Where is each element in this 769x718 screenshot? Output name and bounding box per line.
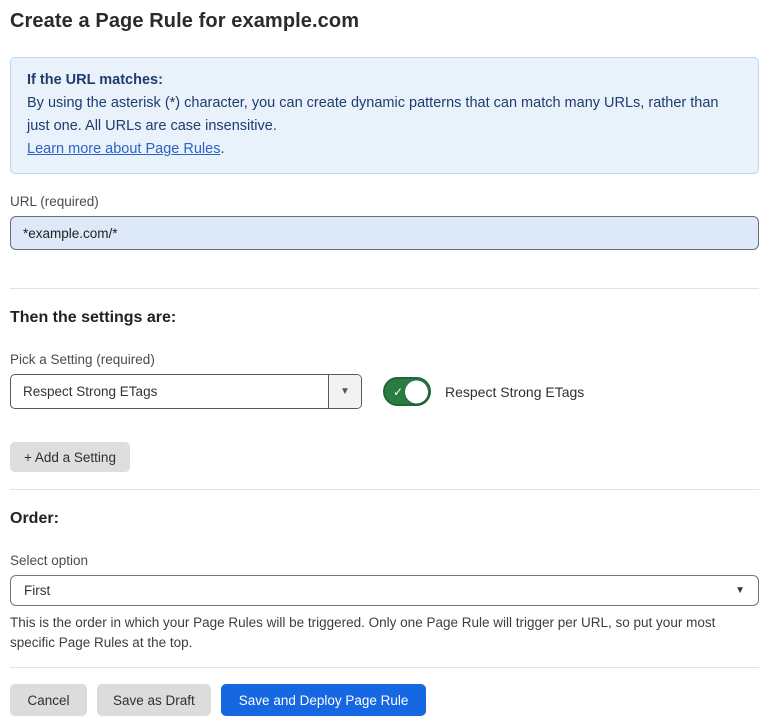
add-setting-button[interactable]: + Add a Setting [10, 442, 130, 472]
divider [10, 489, 759, 490]
info-box-heading: If the URL matches: [27, 69, 742, 92]
check-icon: ✓ [393, 385, 403, 397]
order-section-heading: Order: [10, 510, 759, 528]
setting-toggle-group: ✓ Respect Strong ETags [383, 377, 584, 406]
order-select[interactable]: First ▼ [10, 575, 759, 606]
setting-select-arrow-button[interactable]: ▼ [328, 375, 361, 408]
setting-select-value: Respect Strong ETags [11, 375, 328, 408]
chevron-down-icon: ▼ [735, 585, 745, 596]
setting-toggle[interactable]: ✓ [383, 377, 431, 406]
toggle-knob [405, 380, 428, 403]
order-help-text: This is the order in which your Page Rul… [10, 613, 759, 653]
cancel-button[interactable]: Cancel [10, 684, 87, 716]
setting-row: Respect Strong ETags ▼ ✓ Respect Strong … [10, 374, 759, 409]
page-title: Create a Page Rule for example.com [10, 10, 759, 33]
learn-more-link[interactable]: Learn more about Page Rules [27, 141, 220, 157]
save-as-draft-button[interactable]: Save as Draft [97, 684, 211, 716]
info-box-body: By using the asterisk (*) character, you… [27, 92, 742, 138]
divider [10, 288, 759, 289]
url-match-info-box: If the URL matches: By using the asteris… [10, 57, 759, 174]
save-and-deploy-button[interactable]: Save and Deploy Page Rule [221, 684, 427, 716]
url-input[interactable] [10, 216, 759, 250]
link-suffix: . [220, 141, 224, 157]
url-field-label: URL (required) [10, 194, 759, 209]
page-rule-form: Create a Page Rule for example.com If th… [0, 0, 769, 716]
order-select-value: First [24, 583, 735, 598]
setting-toggle-label: Respect Strong ETags [445, 384, 584, 400]
order-select-label: Select option [10, 553, 759, 568]
setting-select[interactable]: Respect Strong ETags ▼ [10, 374, 362, 409]
footer-actions: Cancel Save as Draft Save and Deploy Pag… [10, 684, 759, 716]
settings-section-heading: Then the settings are: [10, 309, 759, 327]
info-box-link-line: Learn more about Page Rules. [27, 138, 742, 161]
chevron-down-icon: ▼ [340, 386, 350, 397]
pick-setting-label: Pick a Setting (required) [10, 352, 759, 367]
divider [10, 667, 759, 668]
